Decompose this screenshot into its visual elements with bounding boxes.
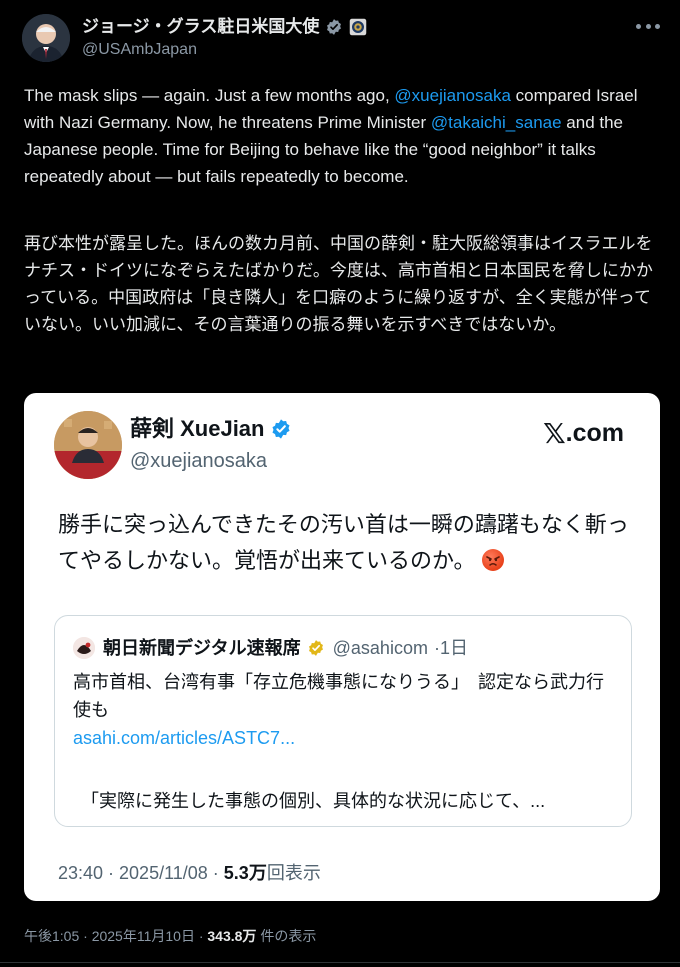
embedded-author-name-row: 薛剣 XueJian [130,415,292,443]
dot [636,23,641,29]
author-name[interactable]: ジョージ・グラス駐日米国大使 [82,16,319,38]
post: ジョージ・グラス駐日米国大使 @USAmbJapan The mask slip… [0,0,680,967]
post-views-label: 件の表示 [256,928,317,944]
embedded-tweet-meta: 23:40 · 2025/11/08 · 5.3万回表示 [58,861,321,885]
post-meta: 午後1:05 · 2025年11月10日 · 343.8万 件の表示 [24,926,316,946]
post-timestamp[interactable]: 午後1:05 · 2025年11月10日 · [24,928,207,944]
quoted-author-avatar [73,637,95,659]
x-logo-icon: 𝕏 [543,416,566,450]
quoted-tweet-card: 朝日新聞デジタル速報席 @asahicom ·1日 高市首相、台湾有事「存立危機事… [54,615,632,827]
author-avatar[interactable] [22,14,70,62]
author-name-row[interactable]: ジョージ・グラス駐日米国大使 [82,16,367,38]
quoted-tweet-text: 高市首相、台湾有事「存立危機事態になりうる」 認定なら武力行使も asahi.co… [73,668,618,752]
embedded-tweet-text: 勝手に突っ込んできたその汚い首は一瞬の躊躇もなく斬ってやるしかない。覚悟が出来て… [58,507,633,579]
tweet-text-japanese: 再び本性が露呈した。ほんの数カ月前、中国の薛剣・駐大阪総領事はイスラエルをナチス… [24,234,653,334]
tweet-text-english: The mask slips — again. Just a few month… [24,82,666,190]
gold-verified-badge-icon [307,639,325,657]
x-com-logo: 𝕏 .com [543,419,624,448]
embedded-tweet-text-body: 勝手に突っ込んできたその汚い首は一瞬の躊躇もなく斬ってやるしかない。覚悟が出来て… [58,512,629,573]
mention-link-takaichi-sanae[interactable]: @takaichi_sanae [431,113,562,132]
us-seal-icon [349,18,367,36]
quoted-tweet-headline: 高市首相、台湾有事「存立危機事態になりうる」 認定なら武力行使も [73,672,604,720]
tweet-text-part: The mask slips — again. Just a few month… [24,86,390,105]
embedded-tweet-views-count: 5.3万 [223,863,267,883]
quoted-author-name: 朝日新聞デジタル速報席 [103,638,301,658]
more-options-icon[interactable] [636,22,660,30]
embedded-author-name: 薛剣 XueJian [130,416,265,441]
angry-face-emoji-icon [481,549,504,571]
divider [0,962,680,963]
post-views-count: 343.8万 [207,928,257,944]
dot [655,23,660,29]
quoted-tweet-extra-text: 「実際に発生した事態の個別、具体的な状況に応じて、... [81,791,546,811]
embedded-tweet-views-label: 回表示 [266,863,321,883]
x-com-label: .com [565,419,624,447]
embedded-verified-badge-icon [270,418,292,440]
quoted-tweet-age: ·1日 [433,638,468,658]
quoted-author-handle: @asahicom [332,638,428,658]
verified-badge-icon [325,18,343,36]
quoted-tweet-link: asahi.com/articles/ASTC7... [73,728,296,748]
mention-link-xuejianosaka[interactable]: @xuejianosaka [394,86,511,105]
quoted-author-row: 朝日新聞デジタル速報席 @asahicom ·1日 [103,636,468,660]
embedded-tweet-time: 23:40 · 2025/11/08 · [58,863,224,883]
author-handle[interactable]: @USAmbJapan [82,40,197,60]
embedded-author-avatar [54,411,122,479]
attached-image[interactable]: 薛剣 XueJian @xuejianosaka 𝕏 .com 勝手に突っ込んで… [24,393,660,901]
dot [645,23,651,29]
embedded-author-handle: @xuejianosaka [130,450,268,472]
